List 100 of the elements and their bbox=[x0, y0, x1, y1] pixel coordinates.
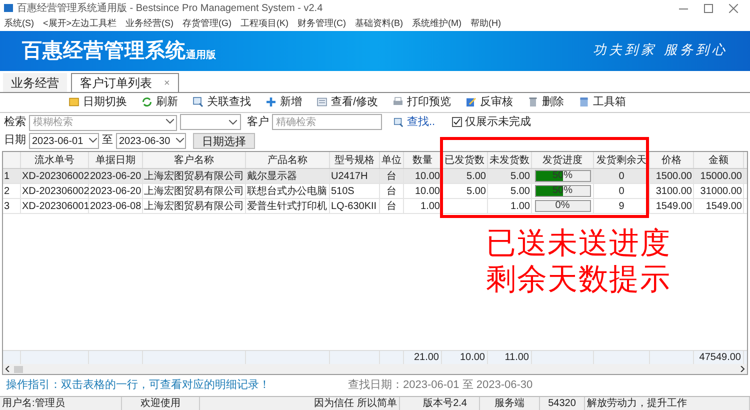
table-cell: 15000.00 bbox=[694, 169, 744, 183]
toolbar-button[interactable]: 打印预览 bbox=[392, 94, 452, 110]
table-row[interactable]: 3 XD-2023060012023-06-08 上海宏图贸易有限公司 爱普生针式打印机 LQ-630KII 台 1.00 1.00 0% 9 1549.00 1549.00 bbox=[3, 199, 747, 214]
toolbar-button[interactable]: 新增 bbox=[265, 94, 302, 110]
table-cell: 5.00 bbox=[488, 184, 532, 198]
column-header[interactable]: 已发货数 bbox=[442, 152, 488, 168]
table-cell: 戴尔显示器 bbox=[246, 169, 330, 183]
toolbox-icon bbox=[578, 96, 590, 108]
horizontal-scrollbar[interactable] bbox=[3, 364, 747, 374]
query-range-text: 查找日期：2023-06-01 至 2023-06-30 bbox=[348, 378, 533, 394]
table-cell: 1500.00 bbox=[650, 169, 694, 183]
tab[interactable]: 客户订单列表 × bbox=[71, 73, 179, 92]
table-cell: 2023-06-20 bbox=[89, 169, 143, 183]
table-cell: 上海宏图贸易有限公司 bbox=[143, 184, 246, 198]
table-cell: 10.00 bbox=[404, 184, 442, 198]
search-field[interactable]: 模糊检索 bbox=[29, 114, 177, 130]
date-from-field[interactable]: 2023-06-01 bbox=[29, 133, 99, 149]
table-cell: 上海宏图贸易有限公司 bbox=[143, 199, 246, 213]
maximize-icon[interactable] bbox=[704, 4, 713, 12]
column-header[interactable]: 发货进度 bbox=[532, 152, 594, 168]
status-item: 欢迎使用 bbox=[122, 397, 200, 410]
column-header[interactable]: 客户名称 bbox=[143, 152, 246, 168]
menu-item[interactable]: 工程项目(K) bbox=[240, 16, 289, 30]
menu-item[interactable]: 财务管理(C) bbox=[298, 16, 346, 30]
banner-edition: 通用版 bbox=[186, 48, 216, 63]
column-header[interactable]: 流水单号 bbox=[21, 152, 89, 168]
tab[interactable]: 业务经营 bbox=[3, 73, 67, 92]
toolbar-button[interactable]: 日期切换 bbox=[68, 94, 127, 110]
toolbar-button[interactable]: 反审核 bbox=[465, 94, 514, 110]
window-title: 百惠经营管理系统通用版 - Bestsince Pro Management System - v2.4 bbox=[17, 2, 323, 16]
menu-item[interactable]: 系统维护(M) bbox=[412, 16, 462, 30]
find-link[interactable]: 查找.. bbox=[407, 114, 436, 130]
tab-close[interactable]: × bbox=[164, 76, 170, 90]
table-cell: XD-202306001 bbox=[21, 199, 89, 213]
menu-item[interactable]: 系统(S) bbox=[4, 16, 34, 30]
status-item: 服务端 bbox=[480, 397, 540, 410]
banner-slogan: 功夫到家 服务到心 bbox=[592, 42, 728, 60]
column-header[interactable]: 单据日期 bbox=[89, 152, 143, 168]
table-cell: 1 bbox=[3, 169, 21, 183]
column-header[interactable]: 产品名称 bbox=[246, 152, 330, 168]
scroll-right-icon[interactable] bbox=[740, 366, 745, 372]
table-cell: 上海宏图贸易有限公司 bbox=[143, 169, 246, 183]
to-label: 至 bbox=[102, 133, 113, 148]
status-item: 解放劳动力，提升工作 bbox=[585, 397, 750, 410]
table-cell: XD-202306002 bbox=[21, 169, 89, 183]
refresh-icon bbox=[141, 96, 153, 108]
menu-item[interactable]: 业务经营(S) bbox=[126, 16, 174, 30]
scroll-left-icon[interactable] bbox=[5, 366, 10, 372]
plus-icon bbox=[265, 96, 277, 108]
table-cell: 31000.00 bbox=[694, 184, 744, 198]
column-header[interactable]: 数量 bbox=[404, 152, 442, 168]
checkbox-label: 仅展示未完成 bbox=[465, 114, 532, 130]
table-cell: 0 bbox=[594, 169, 650, 183]
progress-label: 0% bbox=[554, 201, 571, 211]
incomplete-checkbox[interactable] bbox=[452, 117, 462, 127]
menu-item[interactable]: 帮助(H) bbox=[470, 16, 502, 30]
menu-item[interactable]: 存货管理(G) bbox=[182, 16, 232, 30]
column-header[interactable]: 金额 bbox=[694, 152, 744, 168]
column-header[interactable]: 发货剩余天 bbox=[594, 152, 650, 168]
table-cell: 1.00 bbox=[488, 199, 532, 213]
table-cell: 台 bbox=[380, 184, 404, 198]
date-to-field[interactable]: 2023-06-30 bbox=[116, 133, 186, 149]
menu-item[interactable]: <展开>左边工具栏 bbox=[43, 16, 117, 30]
table-cell: LQ-630KII bbox=[330, 199, 380, 213]
table-cell: 2023-06-20 bbox=[89, 184, 143, 198]
table-cell: 5.00 bbox=[488, 169, 532, 183]
status-item: 用户名:管理员 bbox=[0, 397, 122, 410]
toolbar-button[interactable]: 刷新 bbox=[141, 94, 178, 110]
pencil-icon bbox=[465, 96, 478, 108]
toolbar-button[interactable]: 删除 bbox=[527, 94, 564, 110]
toolbar-button[interactable]: 查看/修改 bbox=[316, 94, 378, 110]
status-item: 54320 bbox=[540, 397, 585, 410]
table-cell: 0 bbox=[594, 184, 650, 198]
printer-icon bbox=[392, 96, 404, 108]
table-cell: 10.00 bbox=[404, 169, 442, 183]
dropdown-field[interactable] bbox=[180, 114, 241, 130]
app-icon bbox=[4, 4, 13, 12]
column-header[interactable]: 型号规格 bbox=[330, 152, 380, 168]
table-cell: 联想台式办公电脑 bbox=[246, 184, 330, 198]
customer-field[interactable]: 精确检索 bbox=[272, 114, 382, 130]
column-header[interactable]: 单位 bbox=[380, 152, 404, 168]
trash-icon bbox=[527, 96, 540, 108]
table-cell: 台 bbox=[380, 199, 404, 213]
table-cell: U2417H bbox=[330, 169, 380, 183]
menu-item[interactable]: 基础资料(B) bbox=[355, 16, 404, 30]
calendar-icon bbox=[68, 96, 80, 108]
close-icon[interactable] bbox=[729, 4, 738, 12]
table-cell: 3 bbox=[3, 199, 21, 213]
document-icon bbox=[316, 96, 328, 108]
column-header[interactable]: 未发货数 bbox=[488, 152, 532, 168]
table-cell: 2023-06-08 bbox=[89, 199, 143, 213]
column-header[interactable]: 价格 bbox=[650, 152, 694, 168]
toolbar-button[interactable]: 工具箱 bbox=[578, 94, 626, 110]
table-cell: 台 bbox=[380, 169, 404, 183]
table-cell: 2 bbox=[3, 184, 21, 198]
table-cell: 1549.00 bbox=[650, 199, 694, 213]
toolbar-button[interactable]: 关联查找 bbox=[192, 94, 251, 110]
scroll-thumb[interactable] bbox=[14, 366, 23, 372]
date-select-button[interactable]: 日期选择 bbox=[193, 132, 255, 148]
search-icon bbox=[393, 116, 404, 128]
